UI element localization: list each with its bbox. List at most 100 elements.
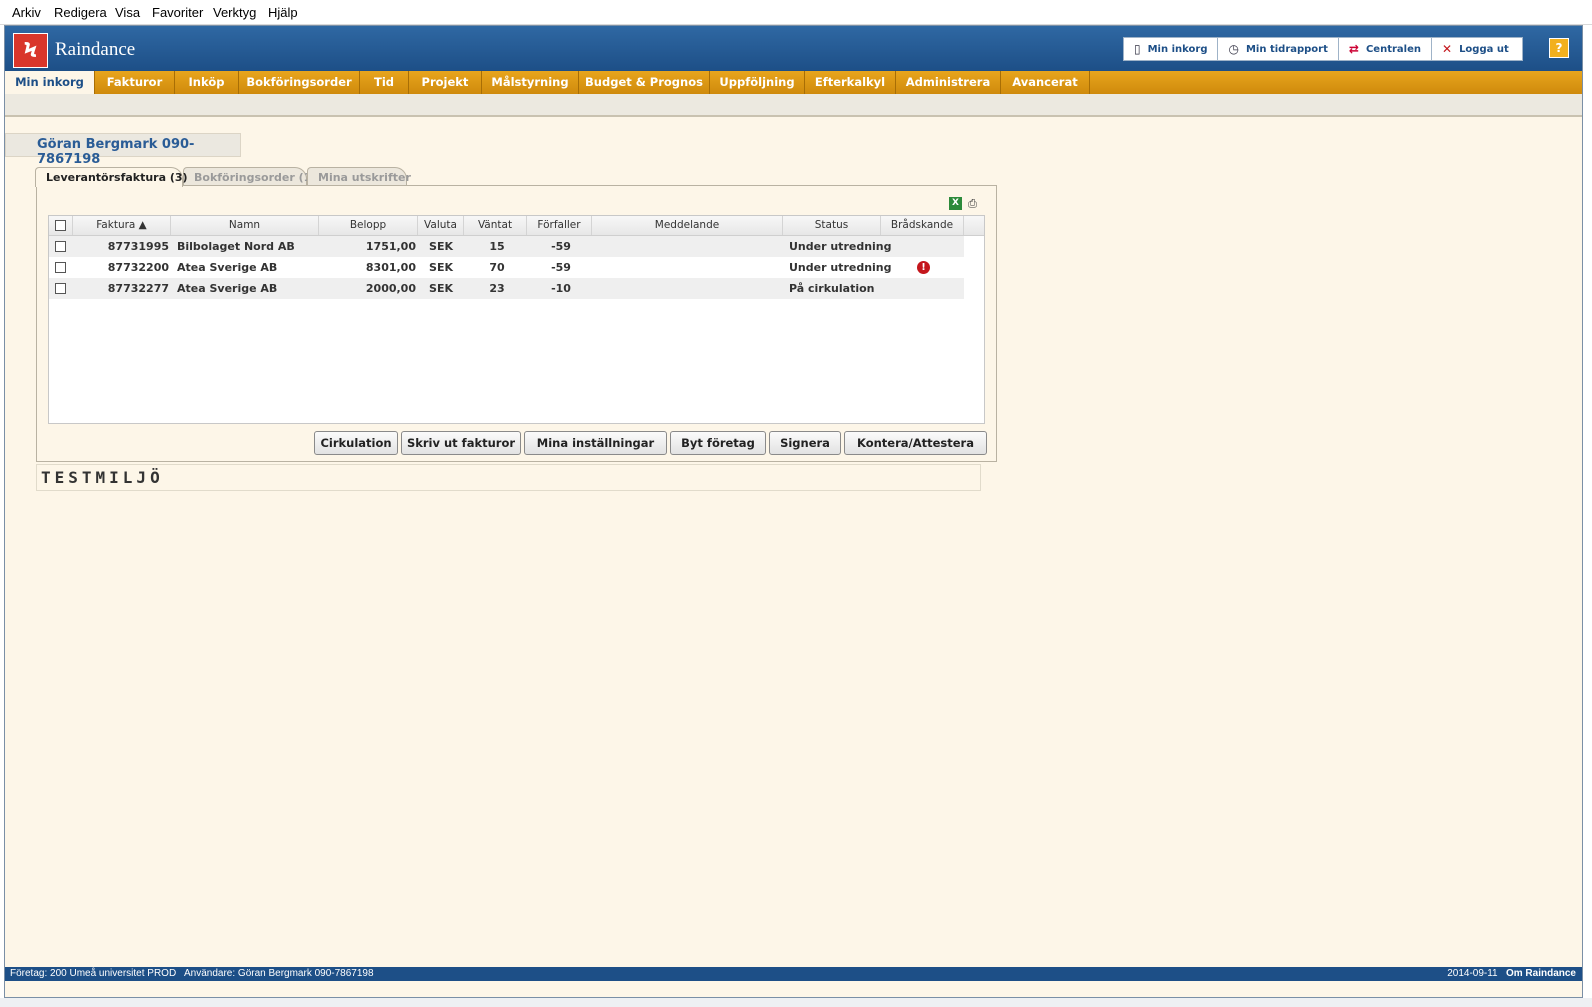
user-header: Göran Bergmark 090-7867198 <box>5 133 241 167</box>
about-raindance-link[interactable]: Om Raindance <box>1506 968 1576 979</box>
top-link-label: Centralen <box>1365 43 1421 55</box>
nav-uppfoljning[interactable]: Uppföljning <box>710 71 805 94</box>
grid-tools: X ⎙ <box>949 197 979 210</box>
select-all-checkbox[interactable] <box>55 220 66 231</box>
column-valuta[interactable]: Valuta <box>418 216 464 235</box>
urgent-alert-icon: ! <box>917 261 930 274</box>
print-icon[interactable]: ⎙ <box>966 197 979 210</box>
help-button[interactable]: ? <box>1549 38 1569 58</box>
sub-toolbar <box>5 94 1582 117</box>
column-faktura[interactable]: Faktura ▲ <box>73 216 171 235</box>
menu-verktyg[interactable]: Verktyg <box>213 5 256 20</box>
skriv-ut-fakturor-button[interactable]: Skriv ut fakturor <box>401 431 521 455</box>
main-navigation: Min inkorg Fakturor Inköp Bokföringsorde… <box>5 71 1582 94</box>
cell-namn: Bilbolaget Nord AB <box>177 240 295 253</box>
menu-arkiv[interactable]: Arkiv <box>12 5 41 20</box>
mina-installningar-button[interactable]: Mina inställningar <box>524 431 667 455</box>
nav-avancerat[interactable]: Avancerat <box>1001 71 1090 94</box>
cell-belopp: 2000,00 <box>365 282 416 295</box>
cell-status: På cirkulation <box>789 282 875 295</box>
top-links: ▯ Min inkorg ◷ Min tidrapport ⇄ Centrale… <box>1123 37 1523 61</box>
column-forfaller[interactable]: Förfaller <box>527 216 592 235</box>
cell-status: Under utredning <box>789 240 892 253</box>
row-checkbox[interactable] <box>55 262 66 273</box>
page-title: Göran Bergmark 090-7867198 <box>37 137 195 167</box>
nav-projekt[interactable]: Projekt <box>409 71 482 94</box>
menu-visa[interactable]: Visa <box>115 5 140 20</box>
inbox-icon: ▯ <box>1134 42 1141 56</box>
top-link-centralen[interactable]: ⇄ Centralen <box>1339 38 1432 60</box>
row-checkbox[interactable] <box>55 241 66 252</box>
column-status[interactable]: Status <box>783 216 881 235</box>
cell-forfaller: -59 <box>551 261 571 274</box>
clock-icon: ◷ <box>1228 42 1239 56</box>
grid-header: Faktura ▲ Namn Belopp Valuta Väntat Förf… <box>49 216 984 236</box>
tab-leverantorsfaktura[interactable]: Leverantörsfaktura (3) <box>35 167 188 187</box>
invoice-grid: Faktura ▲ Namn Belopp Valuta Väntat Förf… <box>48 215 985 424</box>
cell-vantat: 70 <box>489 261 505 274</box>
status-right: 2014-09-11 Om Raindance <box>1447 967 1576 981</box>
table-row[interactable]: 87732277 Atea Sverige AB 2000,00 SEK 23 … <box>49 278 964 299</box>
app-header: Ϟ Raindance ▯ Min inkorg ◷ Min tidrappor… <box>5 26 1582 71</box>
cell-faktura: 87732200 <box>107 261 169 274</box>
menu-bar: Arkiv Redigera Visa Favoriter Verktyg Hj… <box>0 0 1592 25</box>
cell-valuta: SEK <box>429 282 453 295</box>
column-belopp[interactable]: Belopp <box>319 216 418 235</box>
nav-bokforingsorder[interactable]: Bokföringsorder <box>239 71 360 94</box>
top-link-label: Min tidrapport <box>1245 43 1328 55</box>
cell-belopp: 8301,00 <box>365 261 416 274</box>
status-bar: Företag: 200 Umeå universitet PROD Använ… <box>5 967 1582 981</box>
window-bottom-strip <box>0 998 1592 1007</box>
top-link-min-tidrapport[interactable]: ◷ Min tidrapport <box>1218 38 1339 60</box>
app-name: Raindance <box>55 39 136 60</box>
nav-inkop[interactable]: Inköp <box>175 71 239 94</box>
column-meddelande[interactable]: Meddelande <box>592 216 783 235</box>
top-link-min-inkorg[interactable]: ▯ Min inkorg <box>1124 38 1219 60</box>
cell-vantat: 23 <box>489 282 505 295</box>
close-icon: ✕ <box>1442 42 1453 56</box>
top-link-logga-ut[interactable]: ✕ Logga ut <box>1432 38 1522 60</box>
tab-bokforingsorder[interactable]: Bokföringsorder (1) <box>183 167 316 186</box>
cell-faktura: 87731995 <box>107 240 169 253</box>
environment-banner: TESTMILJÖ <box>36 464 981 491</box>
cell-vantat: 15 <box>489 240 505 253</box>
status-left: Företag: 200 Umeå universitet PROD Använ… <box>10 967 374 981</box>
column-bradskande[interactable]: Brådskande <box>881 216 964 235</box>
byt-foretag-button[interactable]: Byt företag <box>670 431 766 455</box>
nav-malstyrning[interactable]: Målstyrning <box>482 71 579 94</box>
nav-administrera[interactable]: Administrera <box>896 71 1001 94</box>
row-checkbox[interactable] <box>55 283 66 294</box>
status-date: 2014-09-11 <box>1447 968 1498 979</box>
menu-redigera[interactable]: Redigera <box>54 5 107 20</box>
cirkulation-button[interactable]: Cirkulation <box>314 431 398 455</box>
excel-export-icon[interactable]: X <box>949 197 962 210</box>
cell-forfaller: -10 <box>551 282 571 295</box>
app-window: Ϟ Raindance ▯ Min inkorg ◷ Min tidrappor… <box>4 25 1583 998</box>
table-row[interactable]: 87731995 Bilbolaget Nord AB 1751,00 SEK … <box>49 236 964 257</box>
cell-namn: Atea Sverige AB <box>177 282 278 295</box>
menu-favoriter[interactable]: Favoriter <box>152 5 203 20</box>
signera-button[interactable]: Signera <box>769 431 841 455</box>
cell-status: Under utredning <box>789 261 892 274</box>
top-link-label: Logga ut <box>1459 43 1509 55</box>
menu-hjalp[interactable]: Hjälp <box>268 5 298 20</box>
nav-efterkalkyl[interactable]: Efterkalkyl <box>805 71 896 94</box>
column-namn[interactable]: Namn <box>171 216 319 235</box>
header-select-all-cell <box>49 216 73 235</box>
top-link-label: Min inkorg <box>1147 43 1208 55</box>
nav-min-inkorg[interactable]: Min inkorg <box>5 71 95 94</box>
environment-label: TESTMILJÖ <box>41 468 164 487</box>
tab-mina-utskrifter[interactable]: Mina utskrifter <box>307 167 411 186</box>
nav-fakturor[interactable]: Fakturor <box>95 71 175 94</box>
cell-valuta: SEK <box>429 261 453 274</box>
column-spacer <box>964 216 984 235</box>
raindance-logo-icon: Ϟ <box>13 33 48 68</box>
cell-belopp: 1751,00 <box>365 240 416 253</box>
table-row[interactable]: 87732200 Atea Sverige AB 8301,00 SEK 70 … <box>49 257 964 278</box>
column-vantat[interactable]: Väntat <box>464 216 527 235</box>
invoice-panel: X ⎙ Faktura ▲ Namn Belopp Valuta Väntat … <box>36 185 997 462</box>
nav-tid[interactable]: Tid <box>360 71 409 94</box>
cell-faktura: 87732277 <box>107 282 169 295</box>
kontera-attestera-button[interactable]: Kontera/Attestera <box>844 431 987 455</box>
nav-budget-prognos[interactable]: Budget & Prognos <box>579 71 710 94</box>
